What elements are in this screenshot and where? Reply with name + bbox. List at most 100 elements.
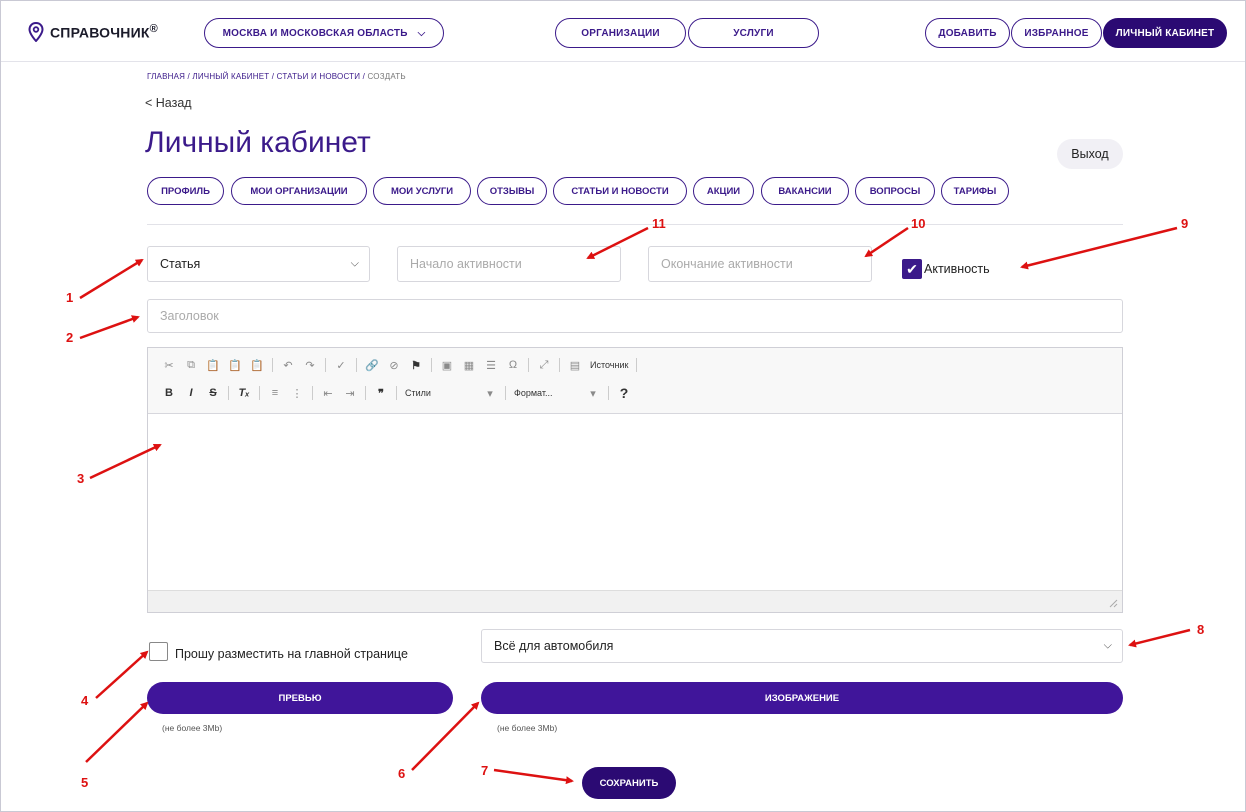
tab-promotions[interactable]: АКЦИИ — [693, 177, 754, 205]
source-icon[interactable]: ▤ — [568, 358, 582, 372]
image-button[interactable]: ИЗОБРАЖЕНИЕ — [481, 682, 1123, 714]
redo-icon[interactable]: ↷ — [303, 358, 317, 372]
page-title: Личный кабинет — [145, 126, 371, 159]
arrow-7 — [493, 768, 574, 785]
rich-text-editor[interactable]: ✂ ⧉ 📋 📋 📋 ↶ ↷ ✓ 🔗 ⊘ ⚑ ▣ ▦ ☰ Ω ⤢ ▤ Источн… — [147, 347, 1123, 613]
tab-questions[interactable]: ВОПРОСЫ — [855, 177, 935, 205]
bold-icon[interactable]: B — [162, 386, 176, 400]
annotation-10: 10 — [911, 216, 926, 231]
region-label: МОСКВА И МОСКОВСКАЯ ОБЛАСТЬ — [222, 27, 408, 39]
styles-dropdown[interactable]: Стили — [405, 388, 475, 398]
annotation-5: 5 — [81, 775, 89, 790]
format-dropdown[interactable]: Формат... — [514, 388, 578, 398]
indent-icon[interactable]: ⇥ — [343, 386, 357, 400]
type-select-value: Статья — [160, 257, 201, 271]
toolbar-separator — [396, 386, 397, 400]
special-char-icon[interactable]: Ω — [506, 358, 520, 372]
table-icon[interactable]: ▦ — [462, 358, 476, 372]
toolbar-separator — [431, 358, 432, 372]
annotation-11: 11 — [652, 216, 666, 231]
arrow-10 — [864, 226, 909, 258]
tab-tariffs[interactable]: ТАРИФЫ — [941, 177, 1009, 205]
main-page-checkbox[interactable] — [149, 642, 168, 661]
nav-organizations[interactable]: ОРГАНИЗАЦИИ — [555, 18, 686, 48]
tab-articles-news[interactable]: СТАТЬИ И НОВОСТИ — [553, 177, 687, 205]
numbered-list-icon[interactable]: ≡ — [268, 386, 282, 400]
remove-format-icon[interactable]: Tₓ — [237, 386, 251, 400]
outdent-icon[interactable]: ⇤ — [321, 386, 335, 400]
annotation-1: 1 — [66, 290, 74, 305]
paste-icon[interactable]: 📋 — [206, 358, 220, 372]
horizontal-line-icon[interactable]: ☰ — [484, 358, 498, 372]
paste-text-icon[interactable]: 📋 — [228, 358, 242, 372]
editor-statusbar — [148, 590, 1122, 612]
active-label: Активность — [924, 262, 990, 276]
breadcrumb-articles[interactable]: СТАТЬИ И НОВОСТИ — [277, 72, 361, 81]
account-button[interactable]: ЛИЧНЫЙ КАБИНЕТ — [1103, 18, 1227, 48]
save-button[interactable]: СОХРАНИТЬ — [582, 767, 676, 799]
copy-icon[interactable]: ⧉ — [184, 358, 198, 372]
checkmark-icon: ✔ — [906, 260, 918, 277]
back-link[interactable]: < Назад — [145, 96, 192, 110]
tab-vacancies[interactable]: ВАКАНСИИ — [761, 177, 849, 205]
image-icon[interactable]: ▣ — [440, 358, 454, 372]
blockquote-icon[interactable]: ❞ — [374, 386, 388, 400]
preview-button[interactable]: ПРЕВЬЮ — [147, 682, 453, 714]
top-bar: СПРАВОЧНИК® МОСКВА И МОСКОВСКАЯ ОБЛАСТЬ … — [0, 0, 1246, 62]
favorites-button[interactable]: ИЗБРАННОЕ — [1011, 18, 1102, 48]
active-checkbox[interactable]: ✔ — [902, 259, 922, 279]
start-date-input[interactable]: Начало активности — [397, 246, 621, 282]
breadcrumb-current: СОЗДАТЬ — [367, 72, 406, 81]
toolbar-separator — [228, 386, 229, 400]
breadcrumb-account[interactable]: ЛИЧНЫЙ КАБИНЕТ — [192, 72, 269, 81]
chevron-down-icon: ⌵ — [350, 257, 359, 270]
type-select[interactable]: Статья ⌵ — [147, 246, 370, 282]
tab-profile[interactable]: ПРОФИЛЬ — [147, 177, 224, 205]
tab-my-organizations[interactable]: МОИ ОРГАНИЗАЦИИ — [231, 177, 367, 205]
spellcheck-icon[interactable]: ✓ — [334, 358, 348, 372]
annotation-8: 8 — [1197, 622, 1205, 637]
chevron-down-icon: ⌵ — [1103, 639, 1112, 652]
unlink-icon[interactable]: ⊘ — [387, 358, 401, 372]
help-icon[interactable]: ? — [617, 385, 631, 401]
resize-handle-icon[interactable] — [1108, 598, 1118, 608]
end-date-input[interactable]: Окончание активности — [648, 246, 872, 282]
annotation-4: 4 — [81, 693, 89, 708]
logo[interactable]: СПРАВОЧНИК® — [28, 22, 158, 42]
arrow-5 — [85, 701, 149, 763]
preview-size-note: (не более 3Mb) — [162, 723, 223, 733]
anchor-flag-icon[interactable]: ⚑ — [409, 358, 423, 372]
annotation-7: 7 — [481, 763, 489, 778]
annotation-2: 2 — [66, 330, 74, 345]
add-button[interactable]: ДОБАВИТЬ — [925, 18, 1010, 48]
link-icon[interactable]: 🔗 — [365, 358, 379, 372]
tab-my-services[interactable]: МОИ УСЛУГИ — [373, 177, 471, 205]
logout-button[interactable]: Выход — [1057, 139, 1123, 169]
toolbar-separator — [356, 358, 357, 372]
toolbar-separator — [259, 386, 260, 400]
strikethrough-icon[interactable]: S — [206, 386, 220, 400]
category-select[interactable]: Всё для автомобиля ⌵ — [481, 629, 1123, 663]
title-input[interactable]: Заголовок — [147, 299, 1123, 333]
bulleted-list-icon[interactable]: ⋮ — [290, 386, 304, 400]
undo-icon[interactable]: ↶ — [281, 358, 295, 372]
tab-reviews[interactable]: ОТЗЫВЫ — [477, 177, 547, 205]
start-date-placeholder: Начало активности — [410, 257, 522, 271]
end-date-placeholder: Окончание активности — [661, 257, 793, 271]
chevron-down-icon: ▾ — [487, 387, 493, 400]
chevron-down-icon: ⌵ — [417, 27, 426, 39]
italic-icon[interactable]: I — [184, 386, 198, 400]
toolbar-separator — [365, 386, 366, 400]
source-button[interactable]: Источник — [590, 360, 628, 370]
logo-text: СПРАВОЧНИК® — [50, 23, 158, 41]
breadcrumb-home[interactable]: ГЛАВНАЯ — [147, 72, 185, 81]
cut-icon[interactable]: ✂ — [162, 358, 176, 372]
chevron-down-icon: ▾ — [590, 387, 596, 400]
toolbar-row-1: ✂ ⧉ 📋 📋 📋 ↶ ↷ ✓ 🔗 ⊘ ⚑ ▣ ▦ ☰ Ω ⤢ ▤ Источн… — [162, 358, 638, 372]
nav-services[interactable]: УСЛУГИ — [688, 18, 819, 48]
maximize-icon[interactable]: ⤢ — [537, 358, 551, 372]
toolbar-separator — [528, 358, 529, 372]
paste-word-icon[interactable]: 📋 — [250, 358, 264, 372]
breadcrumb: ГЛАВНАЯ / ЛИЧНЫЙ КАБИНЕТ / СТАТЬИ И НОВО… — [147, 72, 406, 81]
region-select[interactable]: МОСКВА И МОСКОВСКАЯ ОБЛАСТЬ ⌵ — [204, 18, 444, 48]
